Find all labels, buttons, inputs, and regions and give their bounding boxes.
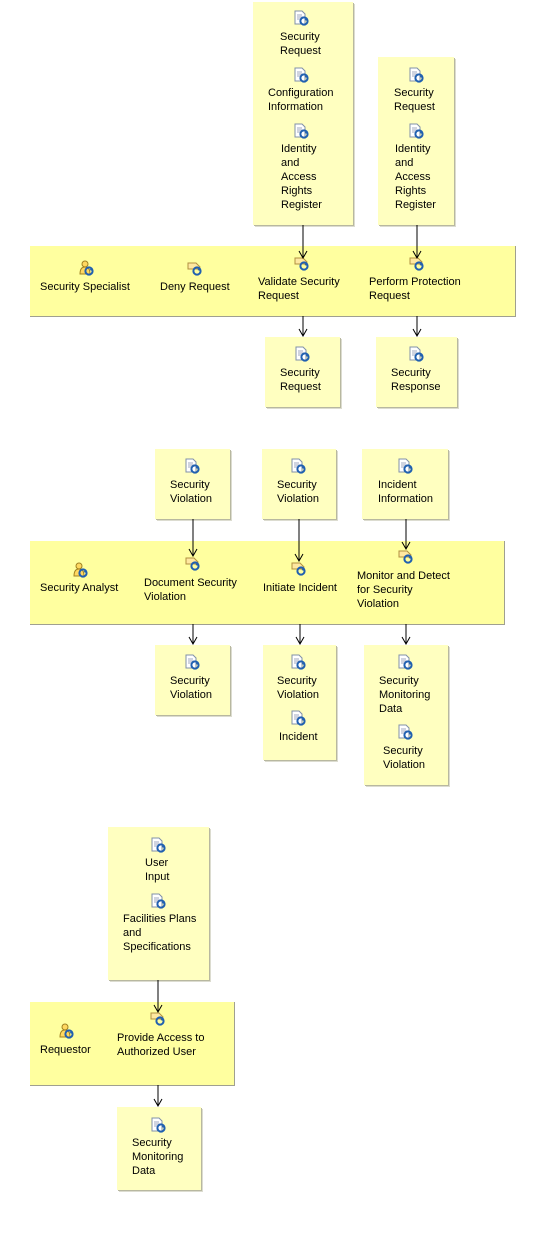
flow-arrow bbox=[188, 624, 198, 646]
flow-arrow bbox=[401, 519, 411, 551]
flow-arrow bbox=[412, 316, 422, 338]
flow-arrow bbox=[401, 624, 411, 646]
flow-arrow bbox=[294, 519, 304, 563]
flow-arrow bbox=[412, 225, 422, 260]
flow-arrow bbox=[298, 225, 308, 260]
flow-arrow bbox=[298, 316, 308, 338]
flow-arrows bbox=[153, 225, 422, 1108]
flow-arrow bbox=[153, 980, 163, 1014]
flow-arrow bbox=[153, 1085, 163, 1108]
flow-arrow bbox=[295, 624, 305, 646]
flow-arrow bbox=[188, 519, 198, 558]
